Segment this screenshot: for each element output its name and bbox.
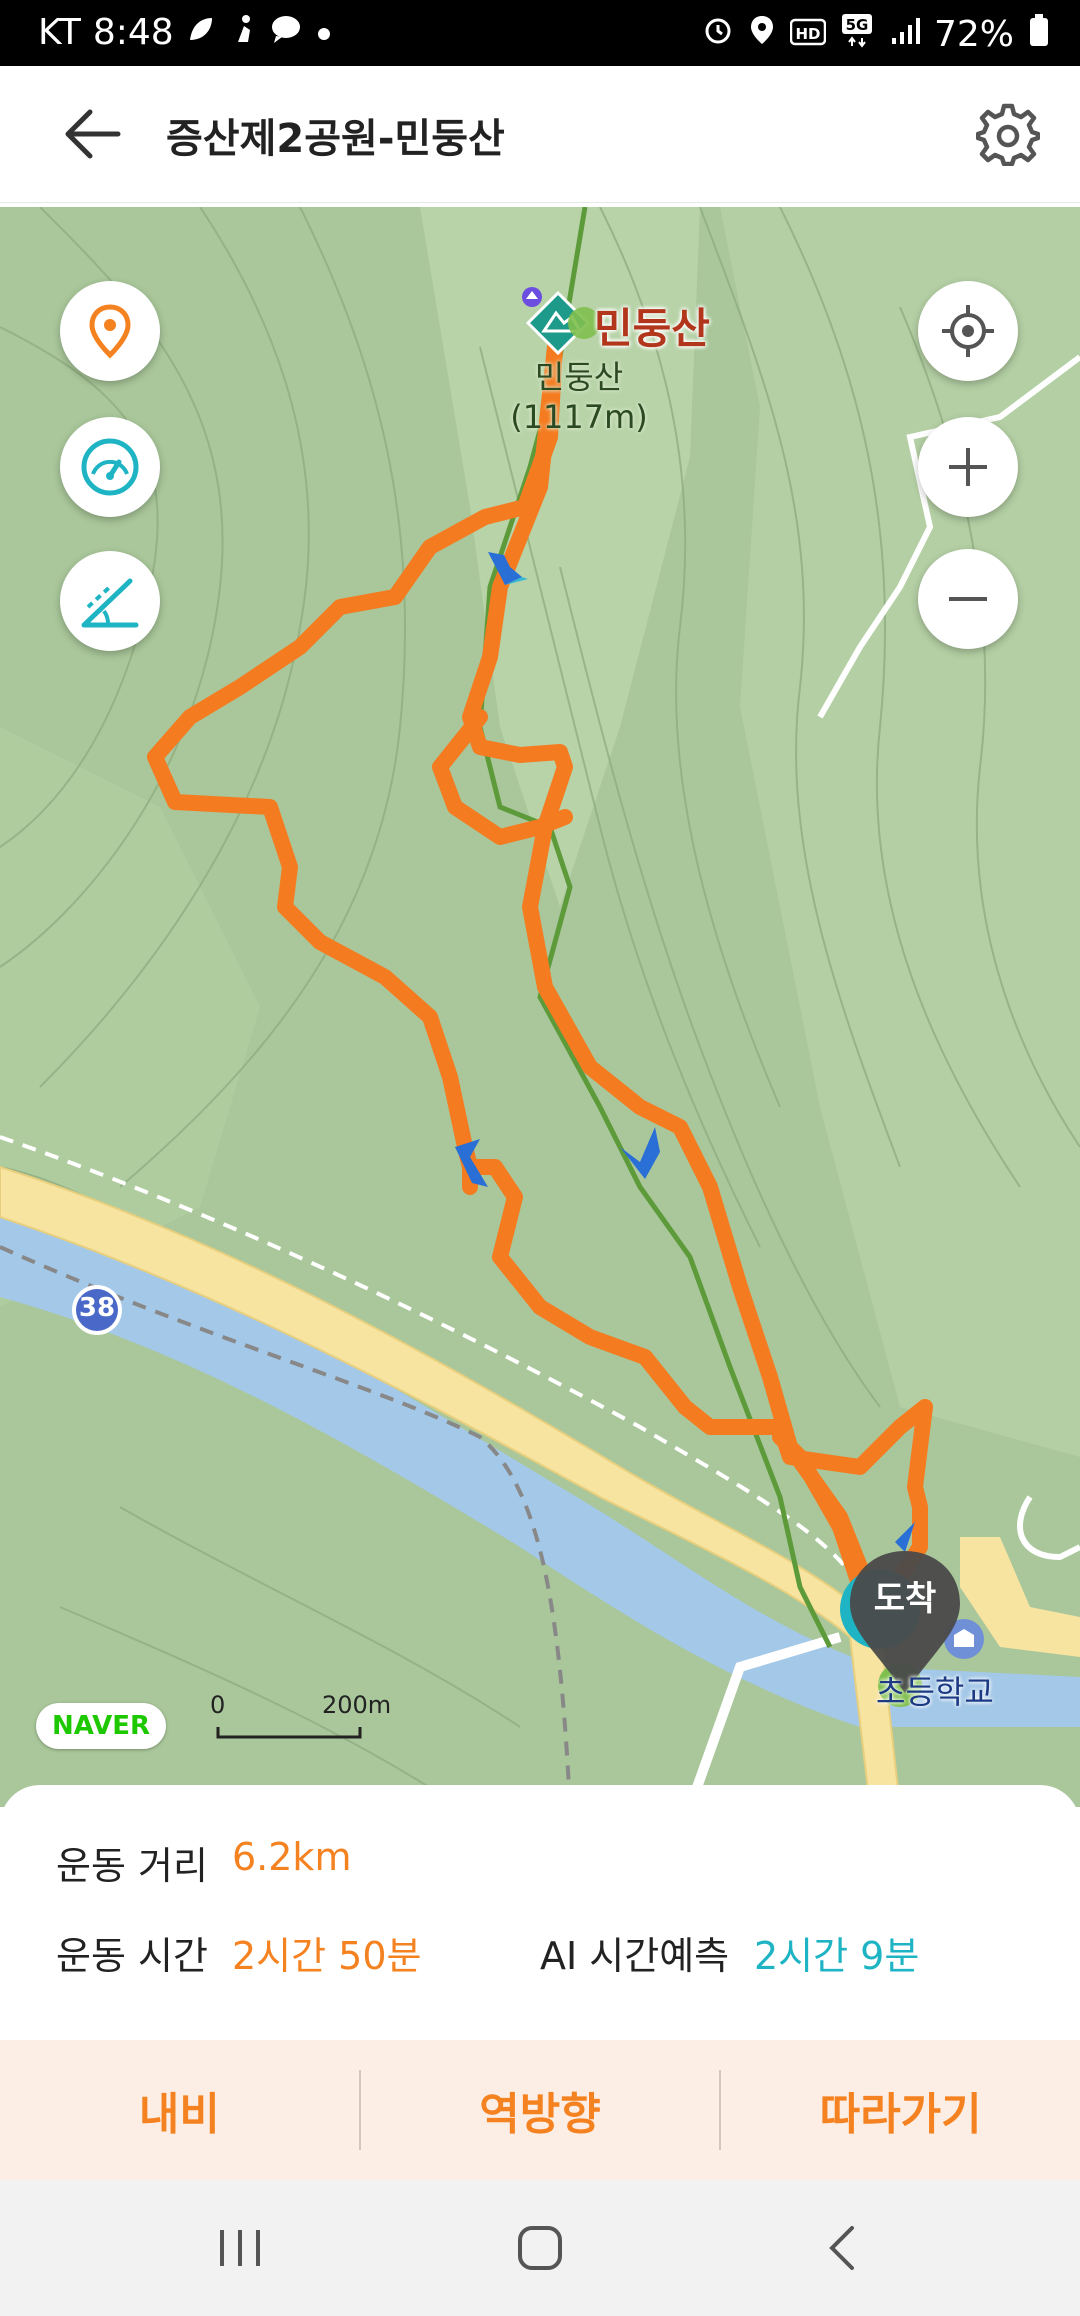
peak-info-name: 민둥산	[534, 358, 624, 396]
naver-logo: NAVER	[36, 1703, 166, 1749]
peak-info-label: 민둥산 (1117m)	[494, 357, 664, 437]
location-pin-button[interactable]	[60, 281, 160, 381]
gear-icon	[975, 103, 1041, 167]
school-label: 초등학교	[876, 1673, 994, 1711]
back-arrow-icon	[65, 109, 121, 159]
time-label: 운동 시간	[56, 1934, 208, 1978]
peak-name-label: 민둥산	[594, 304, 710, 353]
ai-time-label: AI 시간예측	[540, 1934, 730, 1978]
nav-back-button[interactable]	[814, 2218, 874, 2278]
signal-icon	[890, 14, 920, 55]
arrive-label: 도착	[873, 1579, 937, 1619]
peak-info-elevation: (1117m)	[510, 398, 648, 436]
scale-zero-label: 0	[210, 1691, 226, 1719]
app-bar: 증산제2공원-민둥산	[0, 66, 1080, 203]
speedometer-icon	[81, 438, 139, 496]
distance-label: 운동 거리	[56, 1844, 208, 1888]
svg-text:HD: HD	[795, 25, 820, 43]
my-location-icon	[942, 305, 994, 357]
hd-icon: HD	[789, 14, 827, 55]
leaf-icon	[186, 12, 216, 53]
ai-time-value: 2시간 9분	[754, 1934, 920, 1978]
status-right: HD 5G 72%	[702, 12, 1050, 57]
dot-icon	[314, 12, 334, 53]
svg-text:5G: 5G	[846, 16, 869, 34]
action-bar: 내비 역방향 따라가기	[0, 2040, 1080, 2180]
alarm-icon	[702, 14, 734, 55]
status-time: 8:48	[92, 12, 174, 53]
zoom-out-icon	[949, 597, 987, 601]
battery-icon	[1028, 13, 1050, 56]
settings-button[interactable]	[975, 102, 1041, 167]
status-bar: KT 8:48 HD 5G 72%	[0, 0, 1080, 66]
speedometer-button[interactable]	[60, 417, 160, 517]
reverse-button[interactable]: 역방향	[361, 2040, 720, 2180]
zoom-in-icon	[949, 448, 987, 486]
recent-apps-button[interactable]	[210, 2218, 270, 2278]
time-value: 2시간 50분	[232, 1934, 422, 1978]
scale-distance-label: 200m	[322, 1691, 392, 1719]
home-button[interactable]	[510, 2218, 570, 2278]
page-title: 증산제2공원-민둥산	[166, 116, 505, 162]
back-icon	[829, 2226, 854, 2270]
back-button[interactable]	[60, 106, 124, 162]
system-nav-bar	[0, 2180, 1080, 2316]
status-left: KT 8:48	[38, 12, 334, 53]
zoom-out-button[interactable]	[918, 549, 1018, 649]
recent-apps-icon	[220, 2230, 260, 2266]
carrier-label: KT	[38, 12, 81, 53]
follow-button[interactable]: 따라가기	[721, 2040, 1080, 2180]
battery-percent: 72%	[933, 14, 1014, 55]
distance-value: 6.2km	[232, 1835, 352, 1879]
network-5g-icon: 5G	[840, 12, 876, 57]
chat-icon	[270, 12, 302, 53]
zoom-in-button[interactable]	[918, 417, 1018, 517]
slope-button[interactable]	[60, 551, 160, 651]
road-number-label: 38	[78, 1293, 116, 1323]
home-icon	[518, 2226, 562, 2270]
summary-sheet: 운동 거리 6.2km 운동 시간 2시간 50분 AI 시간예측 2시간 9분	[0, 1785, 1080, 2045]
slope-icon	[81, 578, 139, 628]
navigate-button[interactable]: 내비	[0, 2040, 359, 2180]
location-pin-icon	[89, 304, 131, 359]
map-view[interactable]: 민둥산 민둥산 (1117m) 38 NAVER 0 200m 도착 초등학교	[0, 207, 1080, 1807]
my-location-button[interactable]	[918, 281, 1018, 381]
location-icon	[748, 14, 776, 55]
figure-icon	[228, 12, 258, 53]
